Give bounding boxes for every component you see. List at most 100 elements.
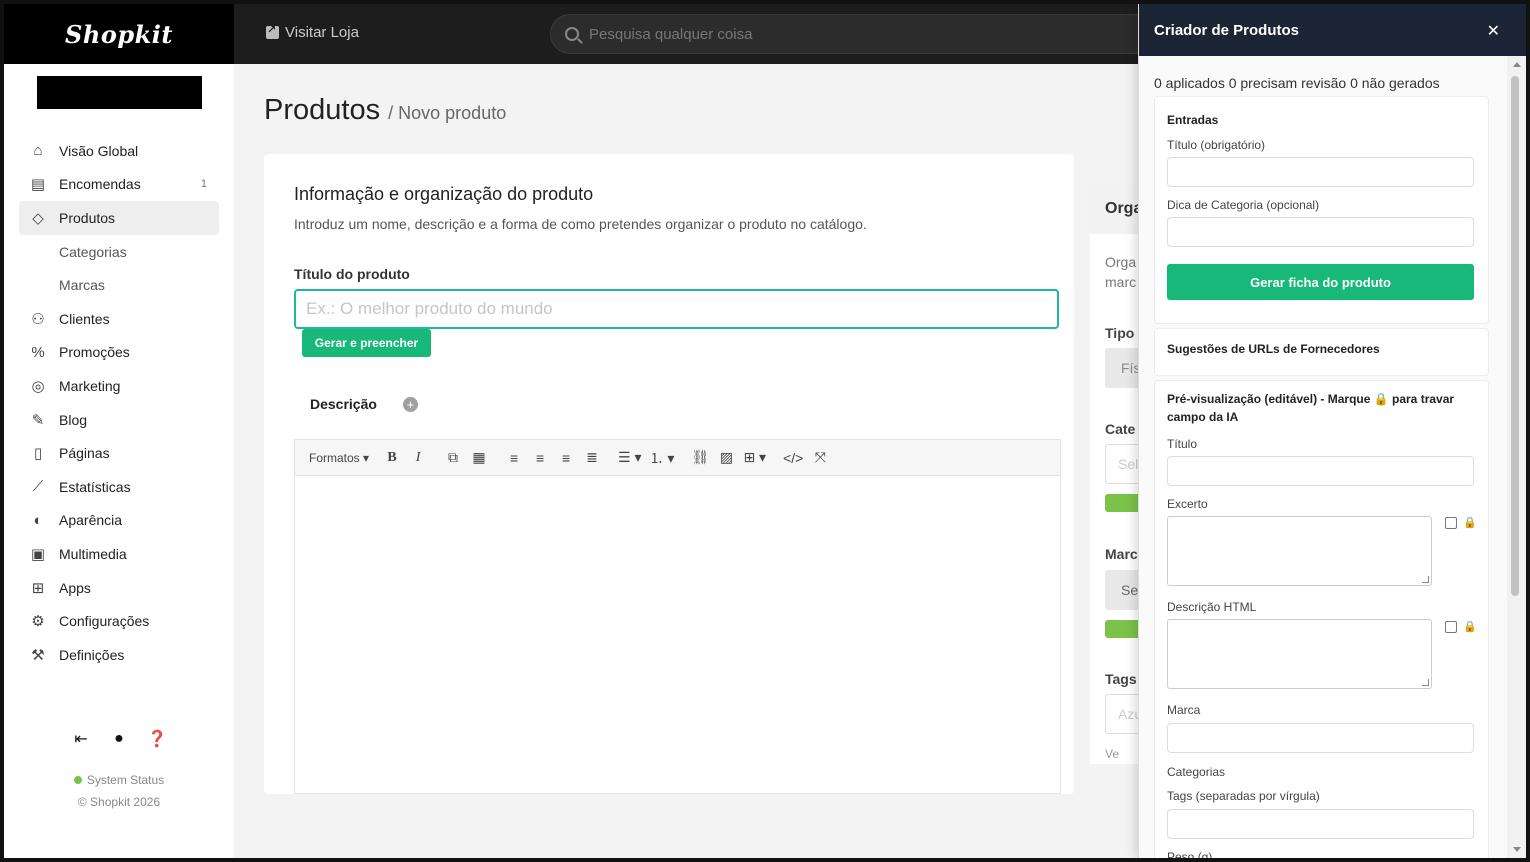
target-icon: ◎ (31, 377, 45, 395)
code-icon[interactable]: </> (779, 445, 807, 471)
sidebar-item-label: Clientes (59, 310, 110, 327)
sidebar-item-visao-global[interactable]: ⌂ Visão Global (19, 134, 219, 168)
visit-store-link[interactable]: Visitar Loja (266, 23, 359, 41)
sidebar-item-label: Marketing (59, 377, 121, 394)
sidebar-item-produtos[interactable]: ◇ Produtos (19, 201, 219, 235)
html-lock-checkbox[interactable] (1445, 621, 1457, 633)
tags-input[interactable] (1167, 809, 1474, 839)
panel-body: 0 aplicados 0 precisam revisão 0 não ger… (1139, 56, 1507, 858)
sidebar-item-paginas[interactable]: ▯ Páginas (19, 436, 219, 470)
sidebar-item-blog[interactable]: ✎ Blog (19, 403, 219, 437)
toolbar-divider (774, 448, 775, 468)
toolbar-divider (496, 448, 497, 468)
weight-label: Peso (g) (1167, 850, 1213, 858)
user-icon[interactable]: ● (109, 729, 129, 749)
wrench-icon: ⚒ (31, 646, 45, 664)
orders-count-badge: 1 (200, 178, 207, 191)
add-tab-icon[interactable]: + (402, 396, 418, 412)
panel-header: Criador de Produtos ✕ (1139, 4, 1526, 56)
supplier-urls-section[interactable]: Sugestões de URLs de Fornecedores (1154, 328, 1489, 376)
scroll-thumb[interactable] (1511, 76, 1519, 596)
search-input[interactable] (589, 25, 1089, 43)
sidebar-item-definicoes[interactable]: ⚒ Definições (19, 638, 219, 672)
brand-logo[interactable]: Shopkit (65, 20, 173, 49)
system-status-label: System Status (86, 773, 165, 787)
chart-icon: ⟋ (32, 478, 44, 496)
logout-icon[interactable]: ⇤ (71, 729, 91, 749)
sidebar-item-marketing[interactable]: ◎ Marketing (19, 369, 219, 403)
inputs-section: Entradas Título (obrigatório) Dica de Ca… (1154, 96, 1489, 324)
lock-icon: 🔒 (1463, 621, 1477, 633)
sidebar-item-categorias[interactable]: Categorias (19, 235, 219, 269)
fullscreen-icon[interactable]: ⤧ (807, 445, 833, 471)
search-icon (565, 27, 579, 41)
preview-title-input[interactable] (1167, 456, 1474, 486)
visit-store-label: Visitar Loja (285, 24, 359, 41)
html-description-textarea[interactable] (1167, 619, 1432, 689)
title-required-input[interactable] (1167, 157, 1474, 187)
link-icon[interactable]: ⛓ (687, 445, 713, 471)
sidebar-item-marcas[interactable]: Marcas (19, 268, 219, 302)
align-center-icon[interactable]: ≡ (527, 445, 553, 471)
image-icon[interactable]: ▨ (713, 445, 739, 471)
numbered-list-icon[interactable]: ⒈ ▾ (646, 445, 679, 471)
sidebar-item-configuracoes[interactable]: ⚙ Configurações (19, 604, 219, 638)
discount-icon: % (31, 343, 45, 361)
preview-title-label: Título (1167, 437, 1198, 451)
rich-text-editor[interactable]: Formatos ▾ B I ⧉ ▦ ≡ ≡ ≡ ≣ ☰ ▾ ⒈ ▾ ⛓ ▨ ⊞… (294, 439, 1061, 794)
brand-input[interactable] (1167, 723, 1474, 753)
system-status[interactable]: System Status (4, 773, 234, 787)
sidebar-item-estatisticas[interactable]: ⟋ Estatísticas (19, 470, 219, 504)
help-chat-icon[interactable]: ❓ (147, 729, 167, 749)
align-justify-icon[interactable]: ≣ (579, 445, 605, 471)
sidebar-item-label: Visão Global (59, 142, 139, 159)
sidebar-item-label: Blog (59, 411, 88, 428)
sidebar-item-multimedia[interactable]: ▣ Multimedia (19, 537, 219, 571)
copy-icon[interactable]: ⧉ (440, 445, 466, 471)
sidebar-item-label: Páginas (59, 445, 110, 462)
sidebar-item-apps[interactable]: ⊞ Apps (19, 571, 219, 605)
paste-icon[interactable]: ▦ (466, 445, 492, 471)
editor-toolbar: Formatos ▾ B I ⧉ ▦ ≡ ≡ ≡ ≣ ☰ ▾ ⒈ ▾ ⛓ ▨ ⊞… (295, 440, 1060, 476)
table-icon[interactable]: ⊞ ▾ (739, 445, 770, 471)
category-hint-input[interactable] (1167, 217, 1474, 247)
italic-icon[interactable]: I (405, 445, 431, 471)
scroll-down-icon[interactable] (1513, 847, 1521, 852)
sidebar-item-label: Definições (59, 646, 125, 663)
preview-heading: Pré-visualização (editável) - Marque 🔒 p… (1167, 392, 1455, 424)
search-bar[interactable] (550, 14, 1190, 54)
generate-product-sheet-button[interactable]: Gerar ficha do produto (1167, 264, 1474, 300)
generate-fill-button[interactable]: Gerar e preencher (302, 329, 431, 357)
bullet-list-icon[interactable]: ☰ ▾ (614, 445, 645, 471)
store-name-redacted (37, 76, 202, 109)
sidebar-item-label: Multimedia (59, 545, 127, 562)
users-icon: ⚇ (31, 310, 45, 328)
sidebar-item-aparencia[interactable]: ◐ Aparência (19, 504, 219, 538)
align-right-icon[interactable]: ≡ (553, 445, 579, 471)
close-icon[interactable]: ✕ (1487, 21, 1500, 41)
bold-icon[interactable]: B (379, 445, 405, 471)
tab-description[interactable]: Descrição (294, 379, 393, 429)
product-title-input[interactable] (294, 289, 1059, 329)
logo-area[interactable]: Shopkit (4, 4, 234, 64)
excerpt-textarea[interactable] (1167, 516, 1432, 586)
panel-scrollbar[interactable] (1507, 56, 1526, 858)
sidebar-item-label: Aparência (59, 512, 123, 529)
sidebar-item-label: Categorias (59, 243, 127, 260)
sidebar-item-encomendas[interactable]: ▤ Encomendas 1 (19, 168, 219, 202)
pen-icon: ✎ (31, 411, 45, 429)
categories-label: Categorias (1167, 765, 1226, 779)
tag-icon: ◇ (32, 209, 44, 227)
sidebar-item-label: Produtos (59, 209, 116, 226)
sidebar-item-clientes[interactable]: ⚇ Clientes (19, 302, 219, 336)
sidebar-item-label: Apps (59, 579, 91, 596)
excerpt-lock-checkbox[interactable] (1445, 517, 1457, 529)
scroll-up-icon[interactable] (1513, 62, 1521, 67)
app-window: Shopkit Visitar Loja ⌂ Visão Global ▤ En… (4, 4, 1526, 858)
sidebar-item-promocoes[interactable]: % Promoções (19, 336, 219, 370)
align-left-icon[interactable]: ≡ (501, 445, 527, 471)
sidebar-footer: ⇤ ● ❓ System Status © Shopkit 2026 (4, 729, 234, 809)
formats-dropdown[interactable]: Formatos ▾ (305, 445, 379, 471)
card-description: Introduz um nome, descrição e a forma de… (294, 216, 867, 232)
page-icon: ▯ (33, 445, 43, 463)
